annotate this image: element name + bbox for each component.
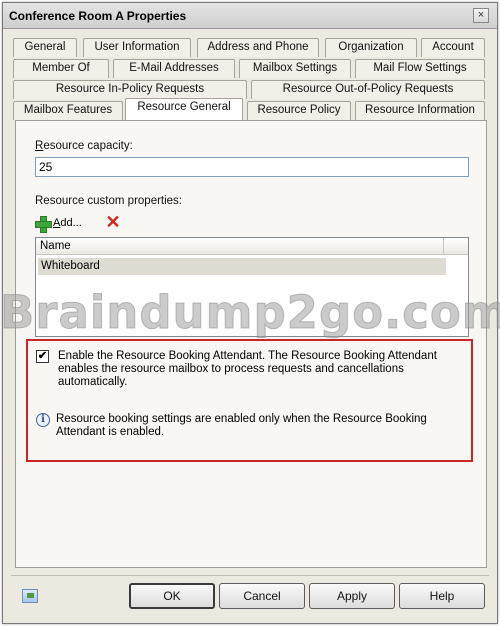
tab-user-information[interactable]: User Information (83, 38, 191, 57)
tab-address-and-phone[interactable]: Address and Phone (197, 38, 319, 57)
tab-mail-flow-settings[interactable]: Mail Flow Settings (355, 59, 485, 78)
tab-organization[interactable]: Organization (325, 38, 417, 57)
delete-icon[interactable]: ✕ (104, 213, 122, 231)
tab-mailbox-features[interactable]: Mailbox Features (13, 101, 123, 120)
tab-resource-general[interactable]: Resource General (125, 98, 243, 120)
resource-capacity-label-text: esource capacity: (43, 140, 133, 152)
cancel-button[interactable]: Cancel (219, 583, 305, 609)
resource-capacity-input[interactable] (35, 157, 469, 177)
tab-general[interactable]: General (13, 38, 77, 57)
tab-resource-information[interactable]: Resource Information (355, 101, 485, 120)
tab-email-addresses[interactable]: E-Mail Addresses (113, 59, 235, 78)
tab-mailbox-settings[interactable]: Mailbox Settings (239, 59, 351, 78)
title-bar: Conference Room A Properties × (3, 3, 497, 29)
tab-resource-policy[interactable]: Resource Policy (247, 101, 351, 120)
add-property-button[interactable]: Add... (35, 214, 82, 233)
tab-resource-out-of-policy-requests[interactable]: Resource Out-of-Policy Requests (251, 80, 485, 99)
highlight-annotation (26, 339, 473, 462)
window-title: Conference Room A Properties (9, 9, 187, 23)
close-button[interactable]: × (473, 8, 489, 23)
list-item[interactable]: Whiteboard (38, 258, 446, 275)
help-button[interactable]: Help (399, 583, 485, 609)
column-header-filler (444, 238, 468, 255)
button-separator (11, 575, 489, 576)
tab-member-of[interactable]: Member Of (13, 59, 109, 78)
tab-account[interactable]: Account (421, 38, 485, 57)
tab-resource-in-policy-requests[interactable]: Resource In-Policy Requests (13, 80, 247, 99)
dialog-corner-icon (22, 589, 38, 603)
add-label: dd... (60, 217, 82, 229)
resource-general-panel: Resource capacity: Resource custom prope… (15, 120, 487, 568)
custom-properties-label: Resource custom properties: (35, 195, 183, 207)
resource-capacity-label: Resource capacity: (35, 140, 133, 152)
ok-button[interactable]: OK (129, 583, 215, 609)
column-header-name[interactable]: Name (36, 238, 444, 255)
watermark-text: Braindump2go.com (0, 286, 500, 340)
apply-button[interactable]: Apply (309, 583, 395, 609)
add-icon (35, 215, 52, 233)
add-accesskey: A (53, 217, 61, 229)
